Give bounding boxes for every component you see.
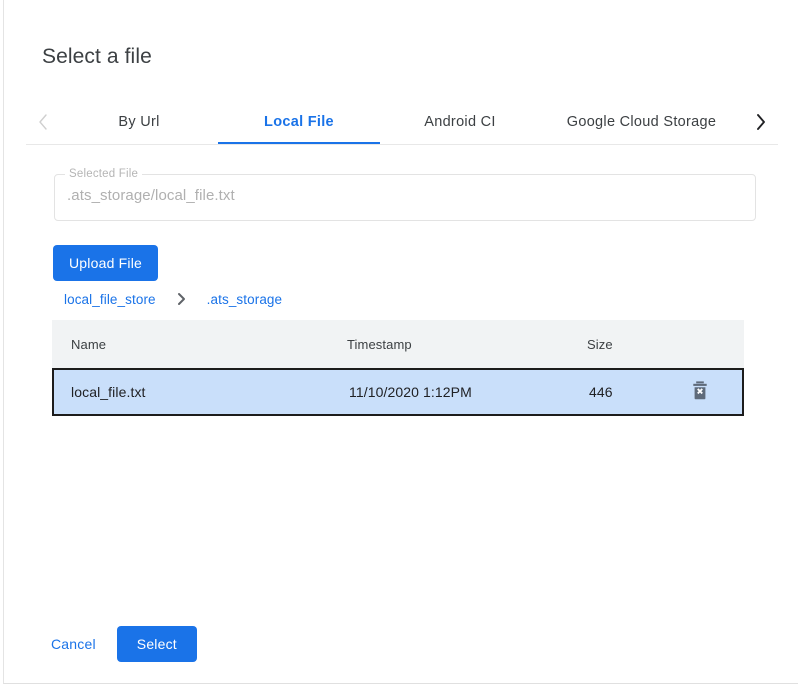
tab-label: Google Cloud Storage [567,114,717,130]
column-header-timestamp: Timestamp [347,337,587,352]
tab-scroll-next-button[interactable] [744,99,778,144]
tab-by-url[interactable]: By Url [60,99,218,144]
breadcrumb: local_file_store .ats_storage [64,290,282,308]
selected-file-field[interactable]: Selected File .ats_storage/local_file.tx… [54,174,756,221]
breadcrumb-item-local-file-store[interactable]: local_file_store [64,292,156,307]
tab-bar: By Url Local File Android CI Google Clou… [26,99,778,145]
cancel-button[interactable]: Cancel [37,626,110,662]
column-header-name: Name [52,337,347,352]
delete-file-button[interactable] [687,379,713,405]
dialog-actions: Cancel Select [37,626,197,662]
select-file-dialog: Select a file By Url Local File Android … [3,0,798,684]
tab-label: Android CI [424,114,496,130]
cell-size: 446 [589,384,681,400]
selected-file-label: Selected File [65,167,142,181]
tab-label: By Url [118,114,159,130]
tab-local-file[interactable]: Local File [218,99,380,144]
tab-google-cloud-storage[interactable]: Google Cloud Storage [540,99,743,144]
cell-timestamp: 11/10/2020 1:12PM [349,384,589,400]
table-row[interactable]: local_file.txt 11/10/2020 1:12PM 446 [52,368,744,416]
cell-actions [681,379,742,405]
cell-file-name: local_file.txt [54,384,349,400]
table-header-row: Name Timestamp Size [52,320,744,368]
column-header-size: Size [587,337,679,352]
breadcrumb-item-ats-storage[interactable]: .ats_storage [207,292,283,307]
select-button[interactable]: Select [117,626,197,662]
page-title: Select a file [42,45,152,69]
selected-file-value: .ats_storage/local_file.txt [67,187,744,204]
chevron-left-icon [37,113,49,131]
delete-forever-icon [690,380,710,404]
chevron-right-icon [176,292,187,306]
tab-label: Local File [264,114,334,130]
chevron-right-icon [755,113,767,131]
tab-scroll-prev-button[interactable] [26,99,60,144]
upload-file-button[interactable]: Upload File [53,245,158,281]
tab-list: By Url Local File Android CI Google Clou… [60,99,744,144]
tab-android-ci[interactable]: Android CI [380,99,540,144]
file-table: Name Timestamp Size local_file.txt 11/10… [52,320,744,416]
